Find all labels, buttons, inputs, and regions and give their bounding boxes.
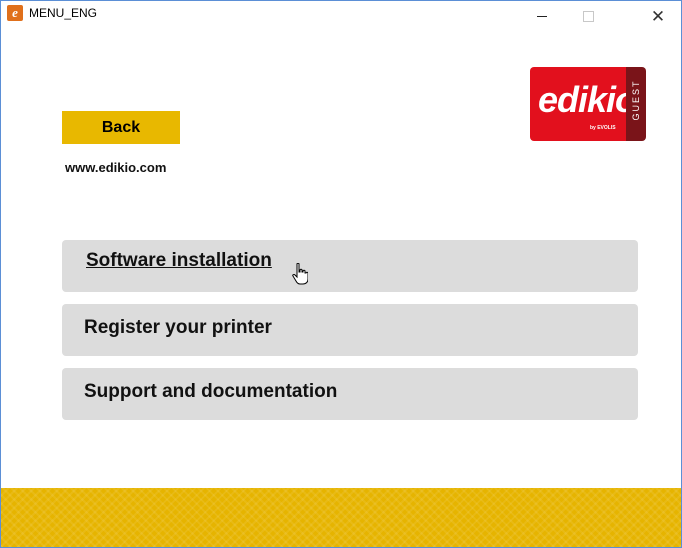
website-link: www.edikio.com (65, 160, 167, 175)
close-button[interactable]: ✕ (635, 1, 681, 31)
logo-guest-label: GUEST (631, 79, 641, 121)
title-bar[interactable]: e MENU_ENG ✕ (1, 1, 681, 31)
app-window: e MENU_ENG ✕ Back www.edikio.com edikio … (0, 0, 682, 548)
logo-byline: by EVOLIS (590, 125, 616, 131)
menu-item-label: Software installation (86, 250, 272, 271)
menu-item-software-installation[interactable]: Software installation (62, 240, 638, 292)
menu-item-support-documentation[interactable]: Support and documentation (62, 368, 638, 420)
logo-brand-panel: edikio by EVOLIS (530, 67, 637, 141)
logo-guest-badge: GUEST (626, 67, 646, 141)
back-button[interactable]: Back (62, 111, 180, 144)
maximize-icon (582, 10, 594, 22)
menu-item-register-printer[interactable]: Register your printer (62, 304, 638, 356)
app-logo-icon: e (7, 5, 23, 21)
menu-item-label: Support and documentation (84, 381, 338, 402)
logo-brand-text: edikio (538, 79, 637, 120)
menu-item-label: Register your printer (84, 317, 272, 338)
window-title: MENU_ENG (29, 6, 98, 20)
close-icon: ✕ (650, 6, 666, 26)
footer-band (1, 488, 681, 547)
minimize-button[interactable] (519, 1, 565, 31)
maximize-button[interactable] (565, 1, 611, 31)
edikio-logo: edikio by EVOLIS GUEST (530, 67, 646, 141)
minimize-icon (537, 15, 547, 17)
hand-cursor-icon (292, 263, 308, 285)
